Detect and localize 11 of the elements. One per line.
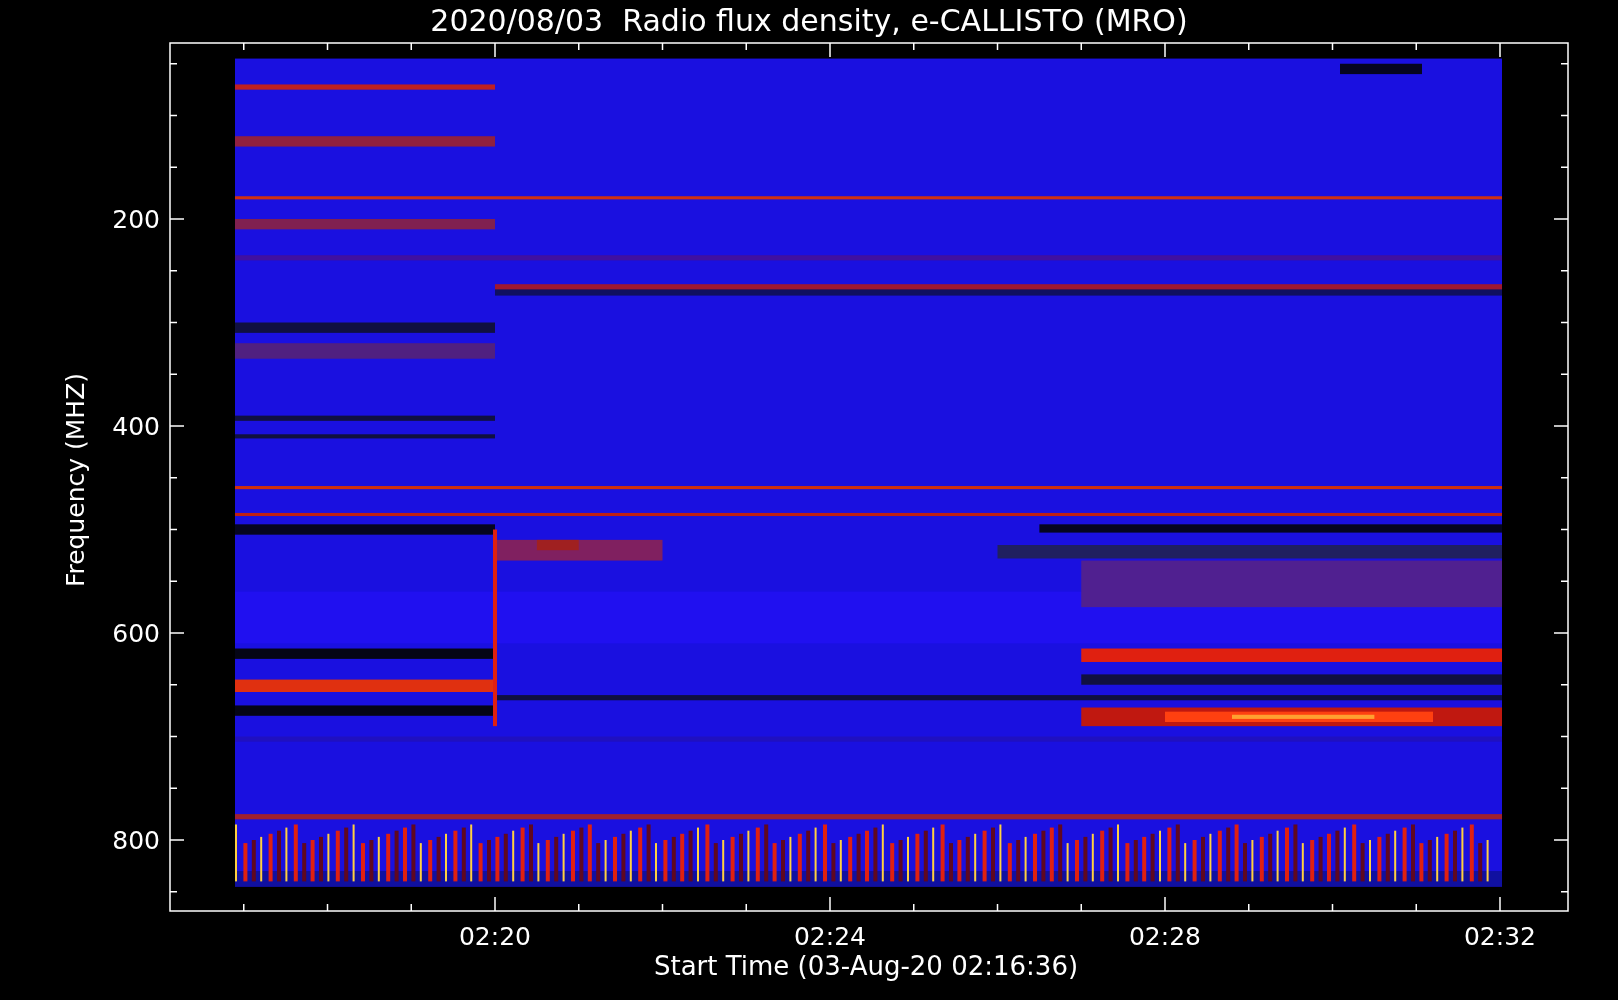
x-tick-label: 02:32 [1464, 922, 1536, 951]
y-tick-label: 200 [112, 205, 160, 234]
x-tick-label: 02:28 [1129, 922, 1201, 951]
x-tick-label: 02:24 [794, 922, 866, 951]
x-tick-label: 02:20 [459, 922, 531, 951]
y-axis-label: Frequency (MHZ) [61, 372, 90, 588]
y-tick-label: 600 [112, 619, 160, 648]
chart-title: 2020/08/03 Radio flux density, e-CALLISTO (MRO) [430, 3, 1188, 38]
x-axis-label: Start Time (03-Aug-20 02:16:36) [653, 951, 1079, 981]
y-tick-label: 800 [112, 826, 160, 855]
y-tick-label: 400 [112, 412, 160, 441]
